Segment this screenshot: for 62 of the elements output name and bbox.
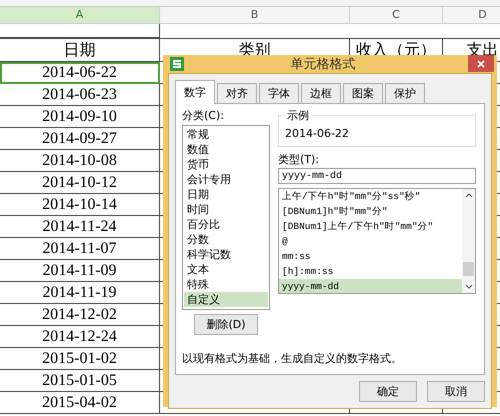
table-cell: 2014-06-23 <box>0 84 160 106</box>
table-cell: 2014-12-02 <box>0 304 160 326</box>
category-item[interactable]: 特殊 <box>184 277 268 292</box>
category-item[interactable]: 常规 <box>184 127 268 142</box>
type-input-field[interactable]: yyyy-mm-dd <box>278 168 476 184</box>
format-item[interactable]: yyyy-mm-dd <box>279 279 462 293</box>
category-item[interactable]: 自定义 <box>184 292 268 307</box>
tab[interactable]: 边框 <box>301 83 341 103</box>
category-item[interactable]: 分数 <box>184 232 268 247</box>
column-header[interactable]: C <box>350 7 443 23</box>
table-cell: 2015-01-05 <box>0 370 160 392</box>
scroll-up-icon <box>464 192 472 198</box>
category-item[interactable]: 时间 <box>184 202 268 217</box>
format-item[interactable]: @ <box>279 234 462 249</box>
table-cell: 2014-10-12 <box>0 172 160 194</box>
column-header[interactable]: D <box>443 7 500 23</box>
table-cell: 2014-11-19 <box>0 282 160 304</box>
category-item[interactable]: 科学记数 <box>184 247 268 262</box>
sample-label: 示例 <box>285 108 311 123</box>
format-item[interactable]: [h]:mm:ss <box>279 264 462 279</box>
table-cell: 2015-01-02 <box>0 348 160 370</box>
scroll-down-icon <box>464 284 472 290</box>
format-item[interactable]: [DBNum1]上午/下午h"时"mm"分" <box>279 219 462 234</box>
table-cell: 2014-11-24 <box>0 216 160 238</box>
category-item[interactable]: 文本 <box>184 262 268 277</box>
table-cell: 2014-09-10 <box>0 106 160 128</box>
table-cell: 2014-10-08 <box>0 150 160 172</box>
table-cell: 2014-12-24 <box>0 326 160 348</box>
delete-button[interactable]: 删除(D) <box>194 314 258 335</box>
table-cell: 2014-11-07 <box>0 238 160 260</box>
sample-value: 2014-06-22 <box>285 126 349 140</box>
tab[interactable]: 保护 <box>385 83 425 103</box>
tab[interactable]: 对齐 <box>217 83 257 103</box>
table-cell: 2015-04-02 <box>0 392 160 414</box>
table-cell: 2014-09-27 <box>0 128 160 150</box>
category-label: 分类(C): <box>182 108 224 123</box>
description-text: 以现有格式为基础，生成自定义的数字格式。 <box>182 351 403 366</box>
tab[interactable]: 字体 <box>259 83 299 103</box>
format-item[interactable]: 上午/下午h"时"mm"分"ss"秒" <box>279 189 462 204</box>
table-cell: 2014-06-22 <box>0 62 160 84</box>
type-label: 类型(T): <box>278 152 320 167</box>
column-header[interactable]: A <box>0 7 160 23</box>
close-icon <box>477 60 485 68</box>
category-item[interactable]: 百分比 <box>184 217 268 232</box>
column-header[interactable]: B <box>160 7 350 23</box>
tab[interactable]: 数字 <box>175 80 215 104</box>
ok-button[interactable]: 确定 <box>359 381 417 402</box>
scroll-thumb[interactable] <box>463 262 474 276</box>
table-header-cell: 日期 <box>0 39 160 62</box>
table-cell: 2014-10-14 <box>0 194 160 216</box>
format-item[interactable]: mm:ss <box>279 249 462 264</box>
category-item[interactable]: 数值 <box>184 142 268 157</box>
format-item[interactable]: [DBNum1]h"时"mm"分" <box>279 204 462 219</box>
category-item[interactable]: 货币 <box>184 157 268 172</box>
scrollbar[interactable] <box>462 189 475 293</box>
category-item[interactable]: 会计专用 <box>184 172 268 187</box>
category-item[interactable]: 日期 <box>184 187 268 202</box>
tab[interactable]: 图案 <box>343 83 383 103</box>
table-cell: 2014-11-09 <box>0 260 160 282</box>
close-button[interactable] <box>468 55 494 72</box>
cancel-button[interactable]: 取消 <box>427 381 485 402</box>
app-icon <box>170 57 184 71</box>
